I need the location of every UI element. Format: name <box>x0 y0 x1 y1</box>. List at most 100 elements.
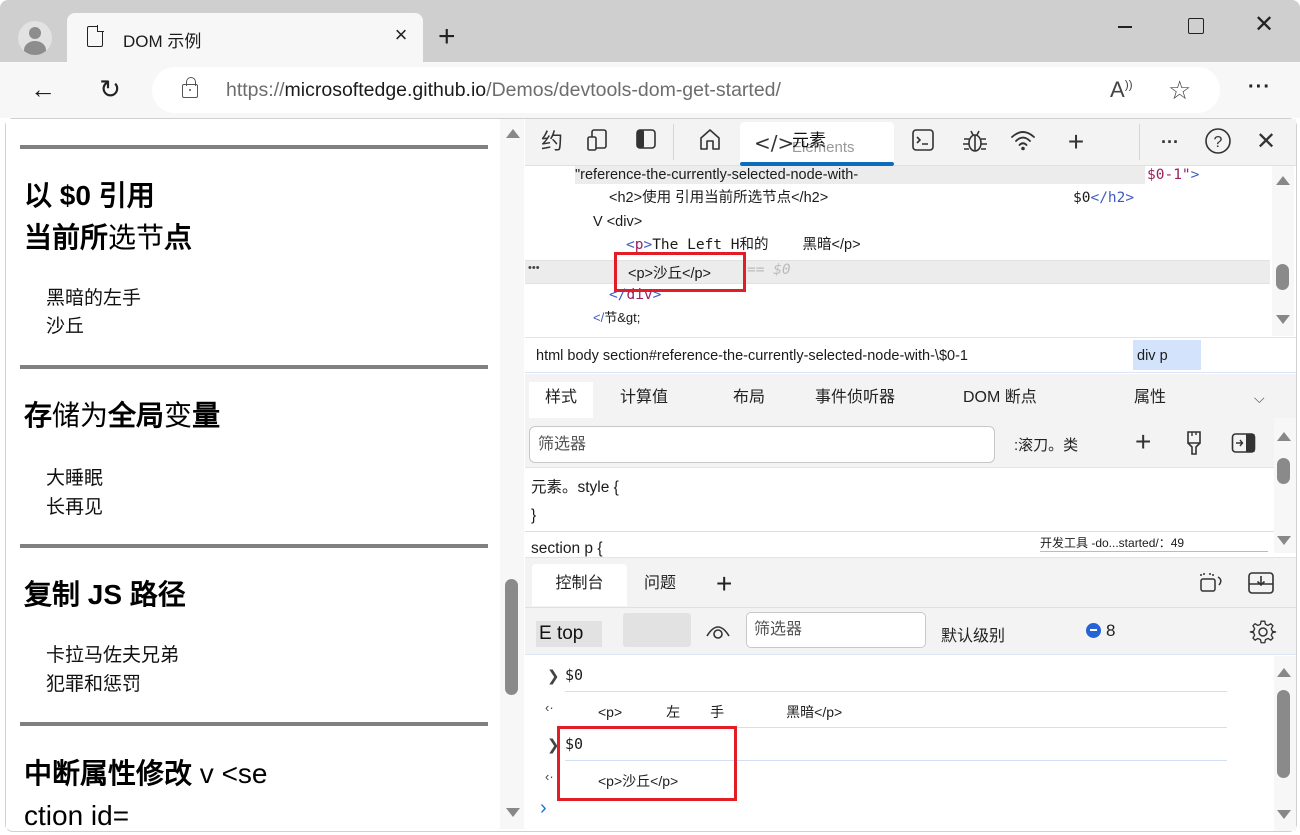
row-actions-dots-icon[interactable]: ••• <box>528 262 540 274</box>
element-style-rule[interactable]: 元素。style { <box>531 475 619 497</box>
styles-subtabs: 样式 计算值 布局 事件侦听器 DOM 断点 属性 ⌵ <box>525 374 1296 418</box>
welcome-home-icon[interactable] <box>695 127 725 157</box>
live-expression-eye-icon[interactable] <box>705 621 731 646</box>
log-levels-dropdown[interactable]: 默认级别 <box>941 622 1005 646</box>
scroll-up-icon[interactable] <box>1277 432 1291 441</box>
drawer-tab-issues[interactable]: 问题 <box>644 564 676 606</box>
dom-node-section-attr[interactable]: "reference-the-currently-selected-node-w… <box>575 166 858 186</box>
page-scrollbar[interactable] <box>500 119 524 829</box>
browser-tab-active[interactable]: DOM 示例 × <box>67 13 423 63</box>
scrollbar-thumb[interactable] <box>505 579 518 695</box>
dom-node-h2[interactable]: <h2>使用 引用当前所选节点</h2> <box>609 187 828 209</box>
subtab-layout[interactable]: 布局 <box>733 382 765 418</box>
help-icon[interactable]: ? <box>1203 127 1233 157</box>
subtab-properties[interactable]: 属性 <box>1134 382 1166 418</box>
console-input[interactable]: $0 <box>565 666 583 684</box>
more-tools-plus-icon[interactable]: + <box>1063 127 1089 157</box>
console-result[interactable]: <p> 左手黑暗</p> <box>598 702 842 722</box>
context-dropdown-area[interactable] <box>623 613 691 647</box>
console-tab-icon[interactable] <box>909 127 937 157</box>
dom-node-section-attr-tail[interactable]: $0-1"> <box>1147 166 1199 186</box>
dock-side-icon[interactable] <box>633 127 659 157</box>
back-button[interactable]: ← <box>26 73 60 107</box>
scroll-up-icon[interactable] <box>1276 176 1290 185</box>
read-aloud-icon[interactable]: A)) <box>1110 77 1133 103</box>
close-window-button[interactable]: ✕ <box>1241 10 1287 42</box>
drawer-add-tab-icon[interactable]: + <box>716 564 732 606</box>
chevron-down-icon[interactable]: ⌵ <box>1254 382 1265 418</box>
divider <box>20 544 488 548</box>
network-wifi-icon[interactable] <box>1008 127 1038 157</box>
paint-brush-icon[interactable] <box>1185 430 1203 461</box>
list-item[interactable]: 黑暗的左手 <box>46 285 141 313</box>
dom-node-div[interactable]: V <div> <box>593 211 642 233</box>
subtab-styles[interactable]: 样式 <box>529 382 594 418</box>
console-prompt-icon[interactable]: › <box>540 797 547 820</box>
maximize-button[interactable] <box>1172 10 1218 42</box>
scrollbar-thumb[interactable] <box>1277 458 1290 484</box>
subtab-dom-breakpoints[interactable]: DOM 断点 <box>963 382 1037 418</box>
list-item[interactable]: 犯罪和惩罚 <box>46 671 141 699</box>
hov-cls-toggle[interactable]: :滚刀。类 <box>1014 434 1078 455</box>
close-tab-icon[interactable]: × <box>389 23 413 47</box>
tab-elements[interactable]: </> Elements 元素 <box>740 122 894 166</box>
section-p-rule[interactable]: section p { <box>531 540 603 558</box>
dock-drawer-icon[interactable] <box>1199 571 1225 600</box>
profile-avatar-icon[interactable] <box>18 21 52 55</box>
styles-scrollbar[interactable] <box>1274 418 1296 553</box>
console-scrollbar[interactable] <box>1274 656 1296 831</box>
section-heading-line2: ction id= <box>24 800 130 829</box>
svg-text:?: ? <box>1214 134 1223 151</box>
list-item[interactable]: 长再见 <box>46 494 103 522</box>
drawer-tab-console[interactable]: 控制台 <box>532 564 627 606</box>
dom-breadcrumb: html body section#reference-the-currentl… <box>525 337 1296 373</box>
reload-button[interactable]: ↻ <box>93 73 127 107</box>
new-tab-button[interactable]: + <box>438 22 456 52</box>
tab-title: DOM 示例 <box>123 32 202 51</box>
list-item[interactable]: 大睡眠 <box>46 465 103 493</box>
scroll-down-icon[interactable] <box>506 808 520 817</box>
console-filter-input[interactable]: 筛选器 <box>746 612 926 648</box>
divider <box>20 722 488 726</box>
styles-filter-input[interactable]: 筛选器 <box>529 426 995 463</box>
subtab-event-listeners[interactable]: 事件侦听器 <box>815 382 895 418</box>
subtab-computed[interactable]: 计算值 <box>620 382 668 418</box>
settings-more-button[interactable]: ··· <box>1248 76 1271 99</box>
scroll-down-icon[interactable] <box>1277 810 1291 819</box>
list-item[interactable]: 沙丘 <box>46 313 84 341</box>
stylesheet-source-link[interactable]: 开发工具 -do...started/：49 <box>1040 534 1268 552</box>
breadcrumb-current[interactable]: div p <box>1137 338 1168 374</box>
minimize-button[interactable] <box>1102 10 1148 42</box>
favorite-star-icon[interactable]: ☆ <box>1168 75 1191 106</box>
message-count-badge[interactable]: 8 <box>1086 621 1115 641</box>
close-devtools-icon[interactable]: ✕ <box>1253 127 1279 157</box>
dom-node-section-close[interactable]: </节&gt; <box>593 307 640 329</box>
scrollbar-thumb[interactable] <box>1277 690 1290 778</box>
address-bar[interactable]: https://microsoftedge.github.io/Demos/de… <box>152 67 1220 113</box>
scroll-up-icon[interactable] <box>1277 668 1291 677</box>
tab-elements-label: 元素 <box>792 131 826 150</box>
device-emulation-icon[interactable] <box>585 127 611 157</box>
scrollbar-thumb[interactable] <box>1276 264 1289 290</box>
dom-node-h2-tail[interactable]: $0</h2> <box>1073 187 1134 209</box>
execution-context-select[interactable]: E top <box>536 621 602 647</box>
console-toolbar: E top 筛选器 默认级别 8 <box>525 607 1296 655</box>
close-drawer-icon[interactable] <box>1247 570 1275 601</box>
selected-node-marker: == $0 <box>747 262 791 278</box>
dom-tree-scrollbar[interactable] <box>1272 166 1294 336</box>
scroll-down-icon[interactable] <box>1276 315 1290 324</box>
scroll-up-icon[interactable] <box>506 129 520 138</box>
console-settings-gear-icon[interactable] <box>1249 618 1277 651</box>
sources-bug-icon[interactable] <box>960 127 990 157</box>
breadcrumb-path[interactable]: html body section#reference-the-currentl… <box>536 338 968 374</box>
new-style-rule-icon[interactable]: + <box>1135 426 1151 458</box>
lock-icon[interactable] <box>182 77 198 98</box>
url-text[interactable]: https://microsoftedge.github.io/Demos/de… <box>226 79 781 102</box>
inspect-element-icon[interactable]: 约 <box>539 127 565 157</box>
url-scheme: https:// <box>226 79 285 101</box>
drawer-tabbar: 控制台 问题 + <box>525 557 1296 607</box>
toggle-sidebar-icon[interactable] <box>1231 432 1257 459</box>
list-item[interactable]: 卡拉马佐夫兄弟 <box>46 642 179 670</box>
customize-more-icon[interactable]: ··· <box>1155 127 1185 157</box>
scroll-down-icon[interactable] <box>1277 536 1291 545</box>
